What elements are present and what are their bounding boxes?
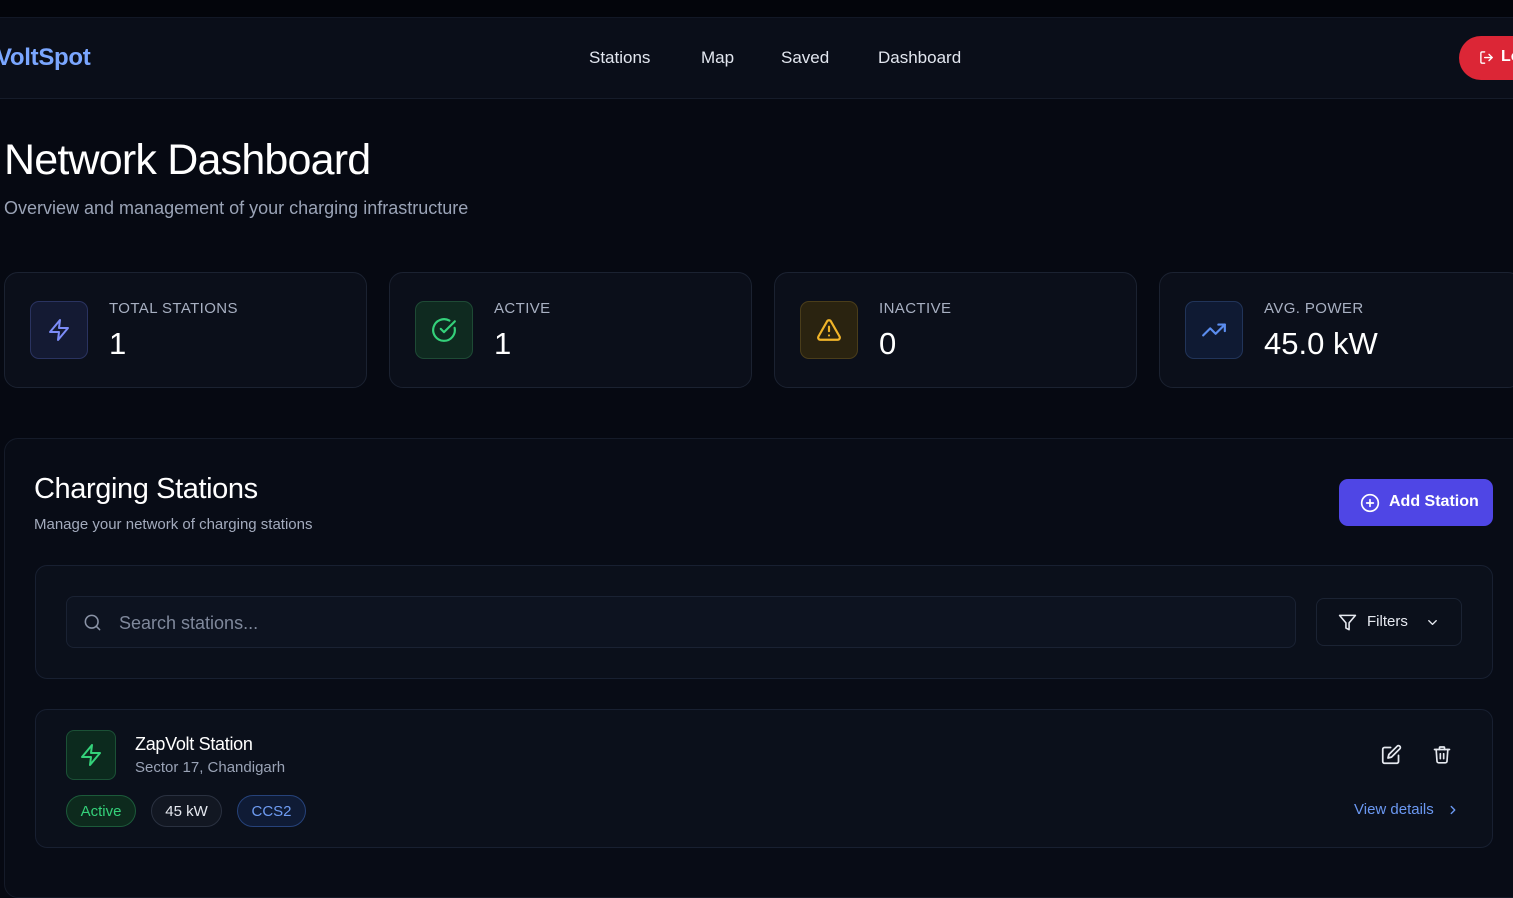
logout-button[interactable]: Lo [1459, 36, 1513, 80]
add-station-label: Add Station [1389, 493, 1479, 510]
nav-link-map[interactable]: Map [701, 48, 734, 68]
stat-value: 1 [494, 326, 512, 361]
stat-card-inactive: INACTIVE 0 [774, 272, 1137, 388]
connector-badge: CCS2 [237, 795, 306, 827]
nav-link-saved[interactable]: Saved [781, 48, 829, 68]
stat-card-avg-power: AVG. POWER 45.0 kW [1159, 272, 1513, 388]
top-navbar: VoltSpot Stations Map Saved Dashboard Lo [0, 18, 1513, 99]
search-field[interactable] [66, 596, 1296, 649]
stat-label: INACTIVE [879, 300, 952, 317]
station-card[interactable] [35, 709, 1493, 848]
panel-subtitle: Manage your network of charging stations [34, 516, 313, 533]
trash-icon[interactable] [1432, 744, 1452, 765]
stat-value: 0 [879, 326, 897, 361]
logout-icon [1479, 50, 1494, 65]
browser-top-strip [0, 0, 1513, 18]
trending-up-icon [1185, 301, 1243, 359]
search-input[interactable] [117, 597, 1281, 649]
status-badge: Active [66, 795, 136, 827]
nav-link-stations[interactable]: Stations [589, 48, 650, 68]
stat-value: 1 [109, 326, 127, 361]
filters-label: Filters [1367, 613, 1408, 630]
stat-label: TOTAL STATIONS [109, 300, 238, 317]
check-circle-icon [415, 301, 473, 359]
logout-label: Lo [1501, 48, 1513, 65]
filter-icon [1338, 613, 1357, 632]
add-station-button[interactable]: Add Station [1339, 479, 1493, 526]
brand-logo[interactable]: VoltSpot [0, 44, 91, 72]
view-details-link[interactable]: View details [1354, 801, 1434, 818]
stat-label: AVG. POWER [1264, 300, 1364, 317]
bolt-icon [30, 301, 88, 359]
station-location: Sector 17, Chandigarh [135, 759, 286, 776]
stat-card-active: ACTIVE 1 [389, 272, 752, 388]
warning-icon [800, 301, 858, 359]
plus-circle-icon [1360, 493, 1380, 513]
page-subtitle: Overview and management of your charging… [4, 198, 469, 218]
bolt-icon [66, 730, 116, 780]
stat-label: ACTIVE [494, 300, 551, 317]
station-name: ZapVolt Station [135, 734, 253, 754]
chevron-right-icon [1446, 803, 1460, 817]
power-badge: 45 kW [151, 795, 222, 827]
search-icon [83, 613, 102, 632]
page-title: Network Dashboard [4, 136, 371, 184]
nav-link-dashboard[interactable]: Dashboard [878, 48, 961, 68]
panel-title: Charging Stations [34, 473, 258, 505]
stat-value: 45.0 kW [1264, 326, 1378, 361]
edit-icon[interactable] [1381, 744, 1402, 765]
chevron-down-icon [1425, 615, 1440, 630]
filters-button[interactable]: Filters [1316, 598, 1462, 646]
stat-card-total-stations: TOTAL STATIONS 1 [4, 272, 367, 388]
